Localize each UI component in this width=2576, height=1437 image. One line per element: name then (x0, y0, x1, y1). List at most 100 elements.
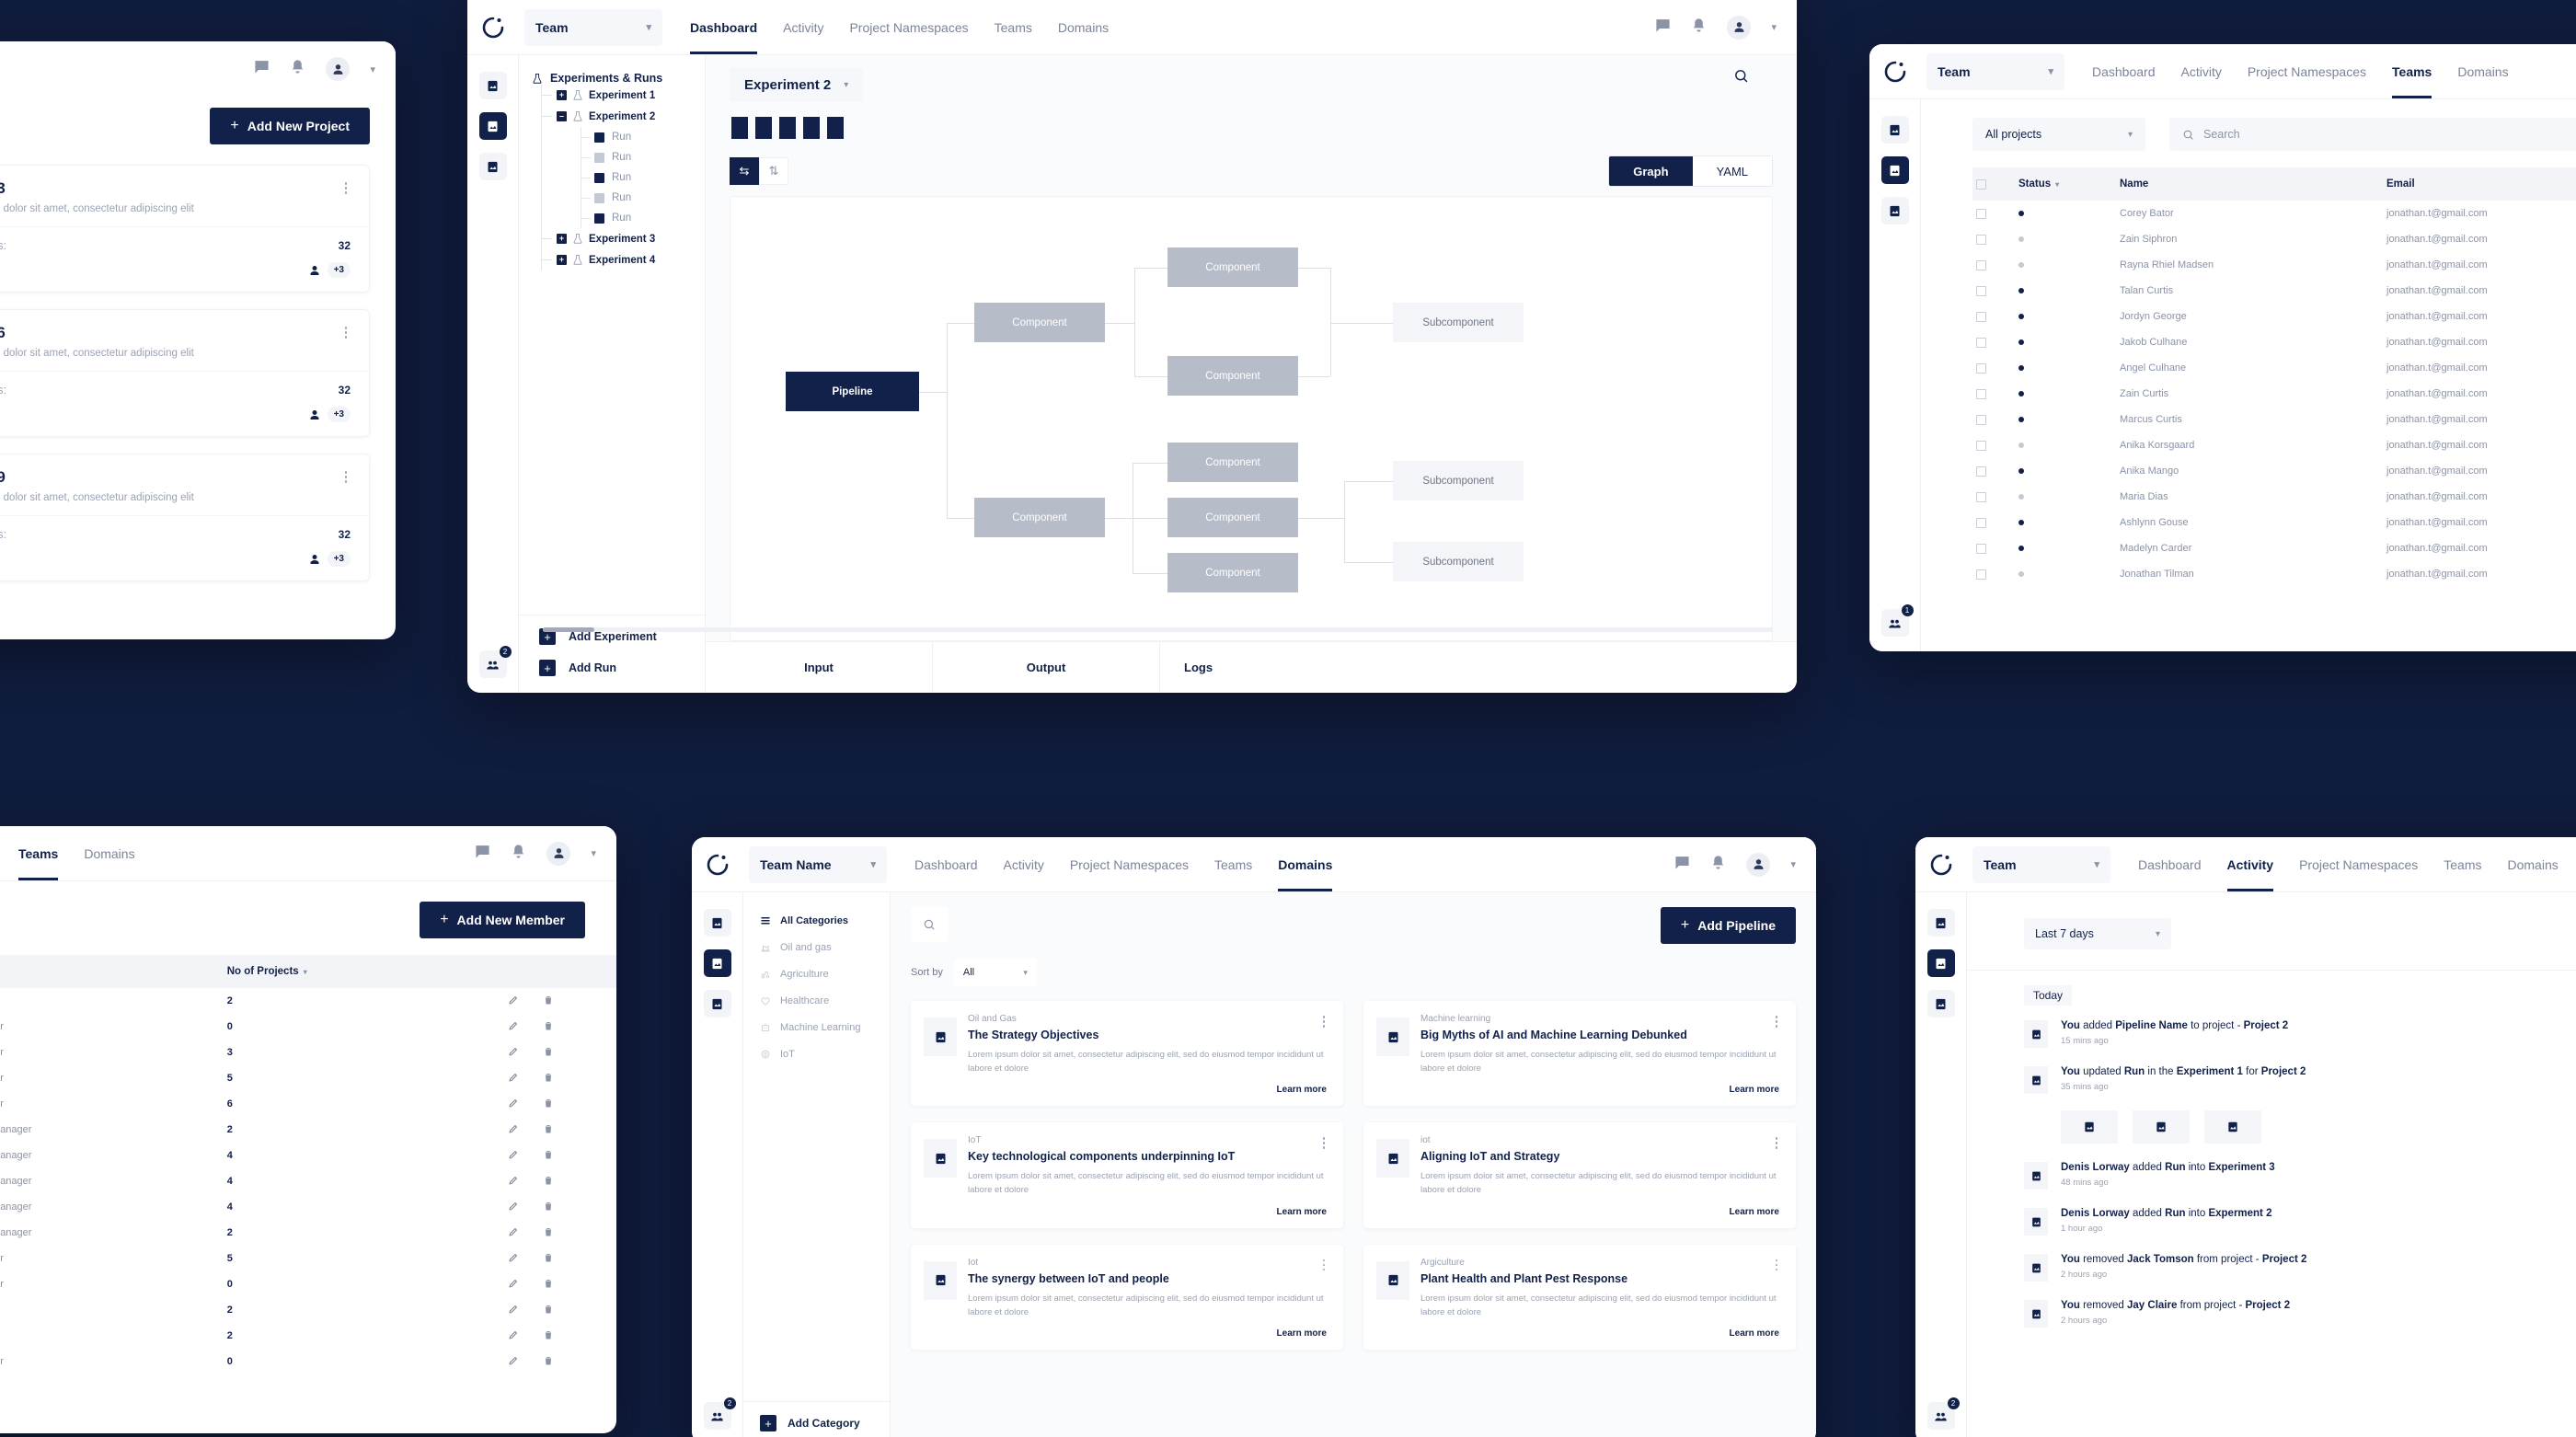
experiment-color-swatch[interactable] (755, 117, 772, 139)
table-row[interactable]: gmail.comDeveloper0 (0, 1349, 616, 1374)
messages-icon[interactable] (254, 59, 270, 79)
rail-item-3[interactable] (703, 990, 731, 1017)
tree-item-row[interactable]: + Experiment 1 (557, 85, 705, 106)
row-checkbox[interactable] (1976, 491, 1986, 502)
run-item[interactable]: Run (581, 167, 705, 188)
category-item-all-categories[interactable]: All Categories (743, 907, 890, 934)
table-row[interactable]: Rayna Rhiel Madsen jonathan.t@gmail.com (1972, 252, 2576, 278)
tab-domains[interactable]: Domains (1278, 837, 1333, 891)
table-row[interactable]: Anika Mango jonathan.t@gmail.com (1972, 458, 2576, 484)
table-row[interactable]: Zain Siphron jonathan.t@gmail.com (1972, 226, 2576, 252)
graph-node-c-b1[interactable]: Component (1167, 443, 1298, 482)
row-checkbox[interactable] (1976, 234, 1986, 245)
graph-node-c-bot[interactable]: Component (974, 498, 1105, 537)
edit-pencil-icon[interactable] (508, 1278, 519, 1289)
col-no-of-projects[interactable]: No of Projects ▾ (223, 955, 504, 988)
layout-vertical-button[interactable]: ⇅ (759, 157, 788, 185)
row-checkbox[interactable] (1976, 414, 1986, 425)
edit-pencil-icon[interactable] (508, 1020, 519, 1031)
avatar[interactable] (1746, 852, 1771, 877)
pipeline-card-menu-icon[interactable] (1770, 1259, 1783, 1271)
tab-activity[interactable]: Activity (2226, 837, 2273, 891)
category-item-machine-learning[interactable]: Machine Learning (743, 1014, 890, 1040)
graph-node-s-b2[interactable]: Subcomponent (1393, 542, 1524, 581)
rail-item-1[interactable] (1880, 116, 1909, 144)
chevron-down-icon[interactable]: ▾ (1790, 858, 1796, 870)
pipeline-card-menu-icon[interactable] (1317, 1259, 1330, 1271)
col-status[interactable]: Status ▾ (2015, 167, 2116, 201)
chevron-down-icon[interactable]: ▾ (1771, 21, 1777, 33)
table-row[interactable]: Corey Bator jonathan.t@gmail.com (1972, 201, 2576, 226)
pipeline-card[interactable]: iot Aligning IoT and Strategy Lorem ipsum … (1363, 1122, 1796, 1228)
rail-item-3[interactable] (1880, 197, 1909, 224)
learn-more-link[interactable]: Learn more (1420, 1207, 1779, 1217)
tab-dashboard[interactable]: Dashboard (914, 837, 978, 891)
project-card[interactable]: Project 6 Lorem ipsum dolor sit amet, con… (0, 309, 370, 437)
io-tab-input[interactable]: Input (706, 642, 933, 693)
activity-item[interactable]: You removed Jack Tomson from project - P… (2024, 1245, 2576, 1291)
edit-pencil-icon[interactable] (508, 1226, 519, 1237)
delete-trash-icon[interactable] (543, 1329, 554, 1340)
table-row[interactable]: Marcus Curtis jonathan.t@gmail.com (1972, 407, 2576, 432)
tree-root-row[interactable]: Experiments & Runs (532, 72, 705, 85)
pipeline-card[interactable]: Iot The synergy between IoT and people Lor… (911, 1244, 1343, 1351)
edit-pencil-icon[interactable] (508, 1355, 519, 1366)
tab-project-namespaces[interactable]: Project Namespaces (2299, 837, 2418, 891)
rail-item-2[interactable] (1880, 156, 1909, 184)
tab-teams[interactable]: Teams (2392, 44, 2432, 98)
delete-trash-icon[interactable] (543, 1278, 554, 1289)
row-checkbox[interactable] (1976, 337, 1986, 348)
table-row[interactable]: gmail.comDeveloper5 (0, 1246, 616, 1271)
delete-trash-icon[interactable] (543, 1149, 554, 1160)
rail-item-3[interactable] (1926, 990, 1955, 1017)
scrollbar-thumb[interactable] (543, 627, 594, 632)
table-row[interactable]: gmail.comProject Manager2 (0, 1117, 616, 1143)
graph-node-c-t1[interactable]: Component (1167, 247, 1298, 287)
edit-pencil-icon[interactable] (508, 1201, 519, 1212)
rail-item-2[interactable] (478, 112, 507, 140)
row-checkbox[interactable] (1976, 440, 1986, 451)
notifications-bell-icon[interactable] (1710, 855, 1726, 875)
activity-item[interactable]: Denis Lorway added Run into Experment 2 1… (2024, 1199, 2576, 1245)
activity-item[interactable]: You updated Run in the Experiment 1 for … (2024, 1057, 2576, 1103)
delete-trash-icon[interactable] (543, 1175, 554, 1186)
team-selector[interactable]: Team ▾ (1926, 52, 2064, 90)
experiment-color-swatch[interactable] (803, 117, 820, 139)
edit-pencil-icon[interactable] (508, 1149, 519, 1160)
team-selector[interactable]: Team Name ▾ (749, 845, 887, 883)
edit-pencil-icon[interactable] (508, 1046, 519, 1057)
members-overflow-count[interactable]: +3 (327, 262, 351, 278)
avatar[interactable] (326, 57, 351, 81)
tab-dashboard[interactable]: Dashboard (2092, 44, 2156, 98)
graph-search-button[interactable] (1733, 68, 1773, 88)
rail-team-shortcut[interactable]: 2 (703, 1397, 736, 1430)
table-row[interactable]: Jordyn George jonathan.t@gmail.com (1972, 304, 2576, 329)
tab-dashboard[interactable]: Dashboard (690, 0, 758, 54)
learn-more-link[interactable]: Learn more (968, 1207, 1327, 1217)
delete-trash-icon[interactable] (543, 1226, 554, 1237)
pipeline-card[interactable]: Oil and Gas The Strategy Objectives Lorem … (911, 1001, 1343, 1107)
row-checkbox[interactable] (1976, 388, 1986, 399)
messages-icon[interactable] (475, 844, 490, 864)
delete-trash-icon[interactable] (543, 1020, 554, 1031)
members-overflow-count[interactable]: +3 (327, 551, 351, 567)
row-checkbox[interactable] (1976, 569, 1986, 580)
experiment-color-swatch[interactable] (779, 117, 796, 139)
edit-pencil-icon[interactable] (508, 1123, 519, 1134)
table-row[interactable]: Jakob Culhane jonathan.t@gmail.com (1972, 329, 2576, 355)
activity-thumbnail[interactable] (2133, 1110, 2190, 1144)
delete-trash-icon[interactable] (543, 1252, 554, 1263)
category-item-agriculture[interactable]: Agriculture (743, 960, 890, 987)
graph-node-s-t1[interactable]: Subcomponent (1393, 303, 1524, 342)
table-row[interactable]: Talan Curtis jonathan.t@gmail.com (1972, 278, 2576, 304)
tab-domains[interactable]: Domains (1058, 0, 1109, 54)
tab-activity[interactable]: Activity (1004, 837, 1044, 891)
delete-trash-icon[interactable] (543, 1046, 554, 1057)
edit-pencil-icon[interactable] (508, 1098, 519, 1109)
table-row[interactable]: gmail.comDeveloper0 (0, 1014, 616, 1040)
row-checkbox[interactable] (1976, 517, 1986, 528)
chevron-down-icon[interactable]: ▾ (370, 63, 375, 75)
messages-icon[interactable] (1655, 17, 1671, 38)
app-logo-icon[interactable] (1915, 853, 1967, 877)
edit-pencil-icon[interactable] (508, 994, 519, 1006)
